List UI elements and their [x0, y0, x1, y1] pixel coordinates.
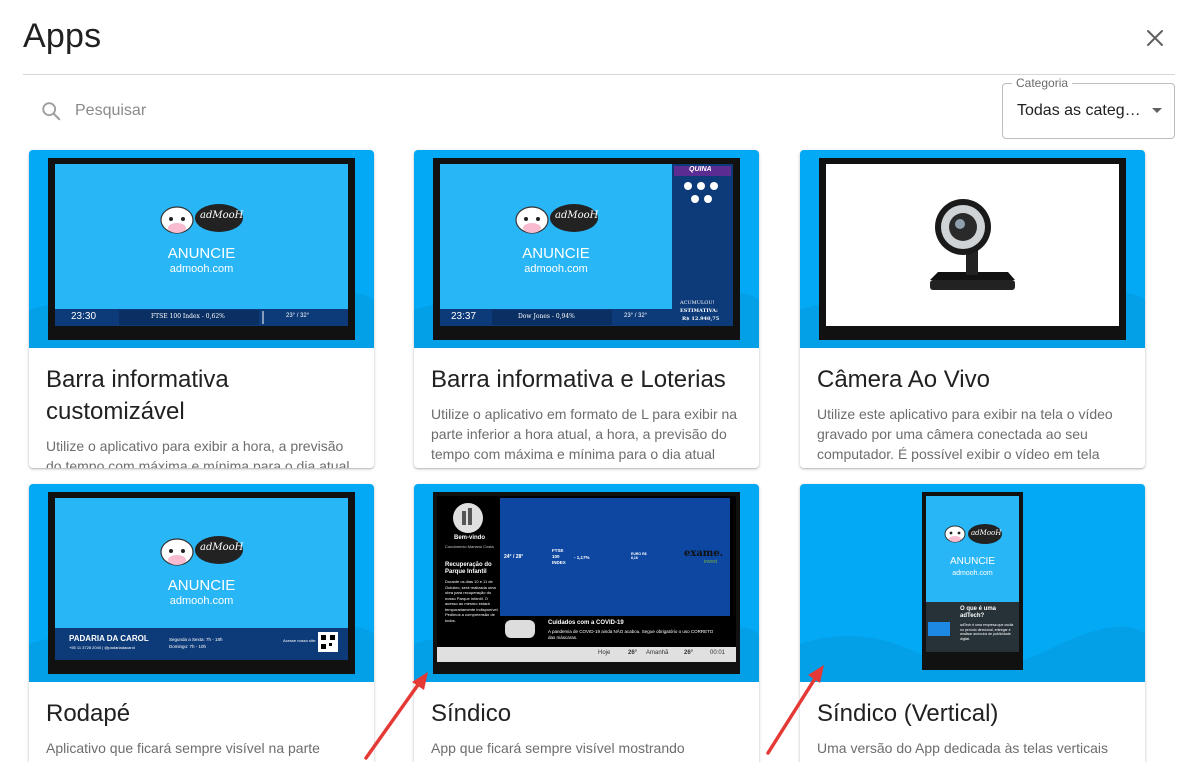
thumb-brand: adMooH — [200, 210, 244, 221]
thumb-news-title: Recuperação do Parque Infantil — [445, 562, 492, 575]
thumb-covid-title: Cuidados com a COVID-19 — [548, 620, 624, 626]
dropdown-arrow-icon — [1152, 108, 1162, 113]
thumb-hoje-temp: 26° — [628, 650, 638, 656]
card-title: Síndico (Vertical) — [817, 700, 999, 727]
thumb-news-body: Durante os dias 10 e 11 de Outubro, será… — [445, 579, 499, 623]
thumb-anuncie: ANUNCIE — [522, 245, 590, 262]
thumb-site: admooh.com — [169, 263, 234, 275]
thumb-qr-label: Acesse nosso site: — [283, 638, 317, 643]
thumb-estimativa: ESTIMATIVA: — [680, 308, 718, 314]
thumb-lottery: QUINA — [689, 166, 712, 173]
card-description: Utilize o aplicativo em formato de L par… — [431, 406, 738, 462]
thumb-brand: adMooH — [200, 542, 244, 553]
app-card-sindico-vertical[interactable]: adMooH ANUNCIE admooh.com O que é uma ad… — [800, 484, 1145, 762]
category-select[interactable]: Categoria Todas as categorias — [1002, 76, 1175, 139]
thumb-amanha-temp: 26° — [684, 650, 694, 656]
thumb-anuncie: ANUNCIE — [949, 556, 995, 567]
thumb-welcome: Bem-vindo — [454, 535, 486, 541]
card-title: Barra informativa — [46, 366, 229, 393]
thumb-clock: 00:01 — [710, 650, 726, 656]
dialog-title: Apps — [23, 17, 102, 55]
card-title: Rodapé — [46, 700, 131, 727]
card-title: Barra informativa e Loterias — [431, 366, 726, 393]
app-card-barra-informativa[interactable]: adMooH ANUNCIE admooh.com 23:30 FTSE 100… — [29, 150, 374, 468]
thumb-shop: PADARIA DA CAROL — [69, 634, 149, 643]
thumb-site: admooh.com — [169, 595, 234, 607]
thumb-clock: 23:30 — [71, 311, 97, 322]
category-value: Todas as categorias — [1017, 102, 1145, 119]
app-thumbnail: adMooH ANUNCIE admooh.com 23:30 FTSE 100… — [29, 150, 374, 348]
thumb-ticker: Dow Jones - 0,94% — [518, 313, 575, 320]
app-card-sindico[interactable]: Bem-vindo Condomínio Mariano Costa Recup… — [414, 484, 759, 762]
thumb-answer: adTech é uma empresa que oscila no perío… — [960, 623, 1014, 641]
app-card-camera-ao-vivo[interactable]: Câmera Ao Vivo Utilize este aplicativo p… — [800, 150, 1145, 468]
card-title-line2: customizável — [46, 398, 185, 425]
thumb-weather: 23° / 32° — [286, 313, 310, 319]
thumb-hours1: Segunda a Sexta: 7h - 18h — [169, 637, 223, 642]
card-title: Síndico — [431, 700, 512, 727]
app-thumbnail: adMooH ANUNCIE admooh.com O que é uma ad… — [800, 484, 1145, 682]
search-icon — [42, 102, 61, 121]
card-description: Uma versão do App dedicada às telas vert… — [817, 740, 1109, 756]
thumb-anuncie: ANUNCIE — [167, 577, 236, 594]
search-bar[interactable] — [40, 98, 640, 124]
thumb-invest: invest — [704, 559, 718, 565]
thumb-amanha: Amanhã — [646, 650, 669, 656]
app-thumbnail: adMooH ANUNCIE admooh.com QUINA ACUMULOU… — [414, 150, 759, 348]
thumb-weather: 24° / 28° — [504, 554, 524, 560]
thumb-condo: Condomínio Mariano Costa — [445, 544, 494, 549]
thumb-hoje: Hoje — [598, 650, 611, 656]
app-thumbnail: Bem-vindo Condomínio Mariano Costa Recup… — [414, 484, 759, 682]
card-description: Aplicativo que ficará sempre visível na … — [46, 740, 320, 756]
thumb-site: admooh.com — [524, 263, 588, 275]
app-thumbnail: adMooH ANUNCIE admooh.com PADARIA DA CAR… — [29, 484, 374, 682]
thumb-euro: EURO R$ 6,16 — [631, 552, 647, 560]
thumb-clock: 23:37 — [451, 311, 477, 322]
card-description: Utilize este aplicativo para exibir na t… — [817, 406, 1113, 462]
thumb-ftse: FTSE 100 INDEX — [552, 548, 566, 565]
card-title: Câmera Ao Vivo — [817, 366, 990, 393]
app-card-rodape[interactable]: adMooH ANUNCIE admooh.com PADARIA DA CAR… — [29, 484, 374, 762]
thumb-anuncie: ANUNCIE — [167, 245, 236, 262]
card-description: Utilize o aplicativo para exibir a hora,… — [46, 438, 350, 468]
app-card-barra-loterias[interactable]: adMooH ANUNCIE admooh.com QUINA ACUMULOU… — [414, 150, 759, 468]
card-description: App que ficará sempre visível mostrando — [431, 740, 685, 756]
thumb-brand: adMooH — [971, 529, 1002, 537]
close-icon[interactable] — [1143, 26, 1167, 50]
thumb-covid-body: A pandemia de COVID-19 ainda NÃO acabou.… — [548, 629, 714, 640]
app-thumbnail — [800, 150, 1145, 348]
search-input[interactable] — [75, 102, 575, 120]
thumb-exame: exame. — [684, 548, 724, 559]
thumb-hours2: Domingo: 7h - 10h — [169, 644, 207, 649]
thumb-phone: +55 11 3728 2040 | @padariadacarol — [69, 645, 135, 650]
thumb-acumulou: ACUMULOU! — [680, 300, 715, 306]
thumb-valor: R$ 12.940,75 — [682, 316, 720, 322]
thumb-question: O que é uma adTech? — [960, 606, 997, 619]
thumb-brand: adMooH — [555, 210, 599, 221]
thumb-ticker: FTSE 100 Index - 0,62% — [151, 313, 225, 320]
thumb-weather: 23° / 32° — [624, 313, 648, 319]
category-label: Categoria — [1012, 76, 1073, 90]
thumb-ftse-value: - 1,17% — [574, 555, 590, 560]
thumb-site: admooh.com — [952, 570, 993, 577]
header-divider — [23, 74, 1175, 75]
